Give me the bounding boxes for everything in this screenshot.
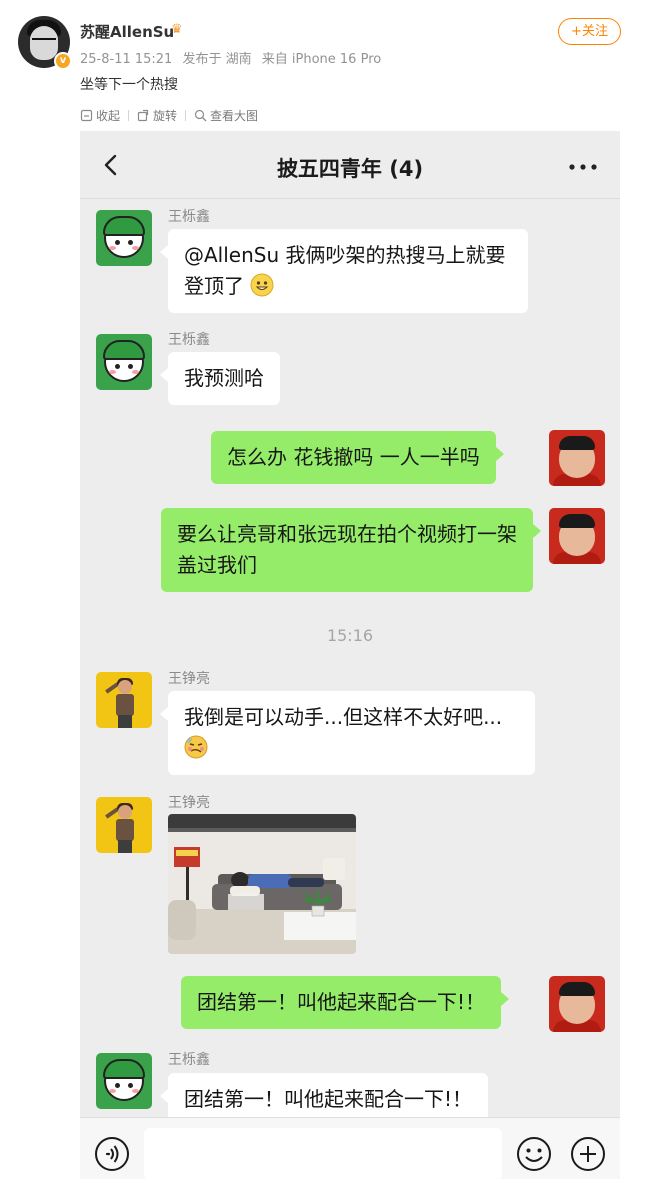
post-date: 25-8-11 15:21 — [80, 52, 173, 67]
view-large-button[interactable]: 查看大图 — [194, 107, 258, 124]
post-text: 坐等下一个热搜 — [80, 77, 178, 93]
avatar-wang-lixin[interactable] — [96, 210, 152, 266]
avatar-self[interactable] — [549, 508, 605, 564]
rotate-icon — [137, 109, 149, 122]
voice-input-icon[interactable] — [94, 1136, 130, 1172]
message-text: 怎么办 花钱撤吗 一人一半吗 — [227, 445, 480, 469]
message-text: 团结第一！叫他起来配合一下!！ — [197, 990, 486, 1014]
message-bubble-own[interactable]: 要么让亮哥和张远现在拍个视频打一架 盖过我们 — [161, 508, 541, 592]
chat-topbar: 披五四青年 (4) — [80, 131, 620, 199]
avatar-wang-lixin[interactable] — [96, 334, 152, 390]
avatar-self[interactable] — [549, 976, 605, 1032]
sender-name: 王铮亮 — [168, 671, 210, 687]
view-large-label: 查看大图 — [210, 109, 259, 123]
verified-badge-icon: v — [54, 52, 72, 70]
toolbar-divider — [128, 110, 130, 121]
avatar-wang-lixin[interactable] — [96, 1053, 152, 1109]
avatar-self[interactable] — [549, 430, 605, 486]
sender-name: 王栎鑫 — [168, 332, 210, 348]
message-bubble[interactable]: @AllenSu 我俩吵架的热搜马上就要登顶了 — [160, 229, 528, 313]
post-location: 发布于 湖南 — [182, 52, 252, 67]
sender-name: 王栎鑫 — [168, 209, 210, 225]
rotate-button[interactable]: 旋转 — [137, 107, 177, 124]
image-toolbar: 收起 旋转 查看大图 — [80, 107, 266, 124]
plus-circle-icon[interactable] — [570, 1136, 606, 1172]
woozy-emoji-icon — [184, 735, 208, 759]
grin-emoji-icon — [250, 273, 274, 297]
rotate-label: 旋转 — [153, 109, 178, 123]
post-device: 来自 iPhone 16 Pro — [261, 52, 382, 67]
view-large-icon — [194, 109, 207, 122]
chat-input-bar — [80, 1117, 620, 1179]
author-name[interactable]: 苏醒AllenSu — [80, 21, 174, 42]
photo-message[interactable] — [168, 814, 356, 954]
message-text: 我预测哈 — [184, 366, 264, 390]
avatar-wang-zhengliang[interactable] — [96, 672, 152, 728]
chat-title: 披五四青年 (4) — [276, 157, 424, 181]
message-text: 团结第一！叫他起来配合一下!！ — [184, 1087, 473, 1111]
post-meta: 25-8-11 15:21 发布于 湖南 来自 iPhone 16 Pro — [80, 48, 387, 67]
post-image-chat-screenshot[interactable]: 披五四青年 (4) 王栎鑫 @AllenSu 我俩吵架的热搜马上就要登顶了 王栎… — [80, 131, 620, 1179]
post-header: v 苏醒AllenSu ♛ 25-8-11 15:21 发布于 湖南 来自 iP… — [0, 0, 651, 130]
chat-timestamp: 15:16 — [326, 626, 374, 645]
collapse-button[interactable]: 收起 — [80, 107, 120, 124]
collapse-icon — [80, 109, 93, 122]
emoji-smiley-icon[interactable] — [516, 1136, 552, 1172]
vip-crown-icon: ♛ — [171, 22, 183, 37]
sender-name: 王栎鑫 — [168, 1052, 210, 1068]
more-dots-icon[interactable] — [568, 163, 598, 171]
message-text: @AllenSu 我俩吵架的热搜马上就要登顶了 — [184, 243, 506, 298]
follow-button[interactable]: +关注 — [558, 18, 621, 45]
toolbar-divider — [185, 110, 187, 121]
message-text: 要么让亮哥和张远现在拍个视频打一架 盖过我们 — [177, 522, 517, 577]
message-input[interactable] — [144, 1128, 502, 1179]
message-text: 我倒是可以动手...但这样不太好吧... — [184, 705, 503, 729]
avatar-wang-zhengliang[interactable] — [96, 797, 152, 853]
sender-name: 王铮亮 — [168, 795, 210, 811]
message-bubble[interactable]: 我倒是可以动手...但这样不太好吧... — [160, 691, 535, 775]
collapse-label: 收起 — [96, 109, 121, 123]
photo-sofa-scene — [168, 814, 356, 954]
message-bubble-own[interactable]: 团结第一！叫他起来配合一下!！ — [181, 976, 510, 1029]
message-bubble-own[interactable]: 怎么办 花钱撤吗 一人一半吗 — [211, 431, 504, 484]
message-bubble[interactable]: 我预测哈 — [160, 352, 280, 405]
